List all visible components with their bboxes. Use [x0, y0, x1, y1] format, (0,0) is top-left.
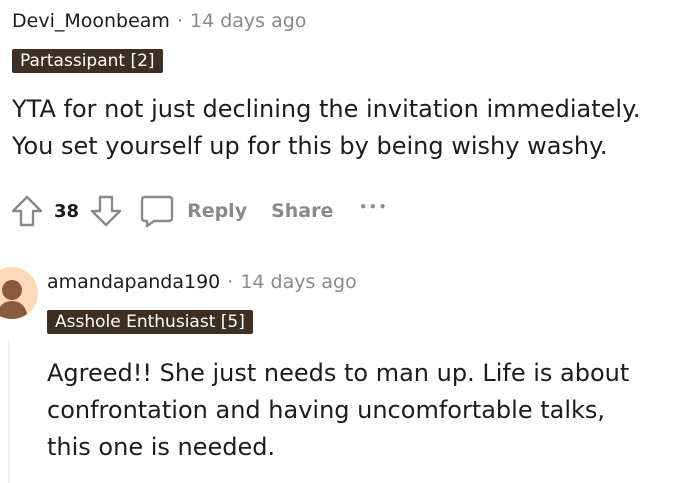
comment-meta: Devi_Moonbeam · 14 days ago — [12, 10, 306, 32]
author-link[interactable]: Devi_Moonbeam — [12, 10, 170, 32]
author-link[interactable]: amandapanda190 — [47, 271, 220, 293]
share-button[interactable]: Share — [271, 200, 333, 222]
share-label: Share — [271, 200, 334, 222]
downvote-button[interactable] — [89, 194, 123, 228]
upvote-button[interactable] — [10, 194, 44, 228]
timestamp[interactable]: 14 days ago — [190, 10, 306, 32]
more-options-button[interactable]: ••• — [359, 200, 388, 218]
comment-line: confrontation and having uncomfortable t… — [47, 396, 606, 424]
avatar[interactable] — [0, 267, 38, 319]
thread-line[interactable] — [8, 340, 10, 483]
comment-body: YTA for not just declining the invitatio… — [12, 91, 641, 165]
reply-button[interactable]: Reply — [139, 194, 247, 228]
comment-line: YTA for not just declining the invitatio… — [12, 95, 641, 123]
user-flair: Partassipant [2] — [12, 49, 163, 73]
reply-label: Reply — [187, 200, 248, 222]
more-icon: ••• — [359, 200, 389, 214]
comment-line: Agreed!! She just needs to man up. Life … — [47, 359, 630, 387]
comment-icon — [140, 195, 174, 228]
vote-score: 38 — [54, 200, 80, 222]
comment-line: You set yourself up for this by being wi… — [12, 132, 608, 160]
comment-actions: 38 Reply Share ••• — [10, 194, 388, 228]
upvote-icon — [11, 195, 43, 227]
comment-meta: amandapanda190 · 14 days ago — [47, 271, 357, 293]
avatar-icon — [0, 267, 38, 319]
comment-line: this one is needed. — [47, 433, 276, 461]
downvote-icon — [90, 195, 122, 227]
timestamp[interactable]: 14 days ago — [240, 271, 356, 293]
user-flair: Asshole Enthusiast [5] — [47, 310, 253, 334]
meta-separator: · — [227, 271, 234, 293]
meta-separator: · — [176, 10, 183, 32]
comment-body: Agreed!! She just needs to man up. Life … — [47, 355, 629, 466]
